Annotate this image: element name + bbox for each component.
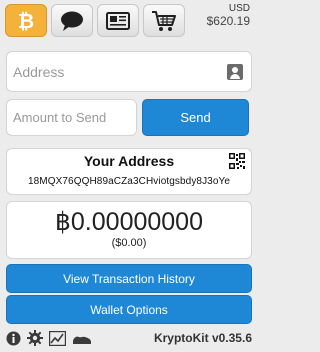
balance-card: ฿0.00000000 ($0.00) (6, 201, 252, 259)
tab-bar: ₿ (5, 4, 185, 37)
currency-label: USD (228, 3, 250, 14)
amount-input[interactable] (13, 100, 131, 135)
send-button[interactable]: Send (142, 99, 249, 136)
chart-icon[interactable] (49, 330, 66, 346)
usd-balance: $620.19 (206, 13, 250, 28)
view-history-button[interactable]: View Transaction History (6, 264, 252, 293)
tab-news[interactable] (97, 4, 139, 37)
newspaper-icon (106, 11, 130, 31)
tab-bitcoin[interactable]: ₿ (5, 4, 47, 37)
cart-icon (151, 10, 177, 32)
tab-cart[interactable] (143, 4, 185, 37)
your-address-card: Your Address 18MQX76QQH89aCZa3CHviotgsbd… (6, 148, 252, 195)
tab-chat[interactable] (51, 4, 93, 37)
settings-icon[interactable] (27, 330, 43, 346)
btc-balance: ฿0.00000000 (55, 208, 203, 236)
usd-equivalent: ($0.00) (111, 237, 147, 249)
chat-icon (59, 10, 85, 32)
info-icon[interactable] (6, 331, 21, 346)
qr-code-icon[interactable] (229, 153, 245, 174)
footer: KryptoKit v0.35.6 (6, 328, 252, 348)
top-balance: USD $620.19 (207, 3, 250, 28)
address-field[interactable] (6, 51, 252, 92)
your-address-value: 18MQX76QQH89aCZa3CHviotgsbdy8J3oYe (27, 176, 231, 187)
version-label: KryptoKit v0.35.6 (153, 331, 252, 345)
amount-field[interactable] (6, 99, 137, 136)
your-address-title: Your Address (83, 153, 175, 169)
contact-icon[interactable] (227, 64, 243, 80)
svg-text:₿: ₿ (18, 10, 34, 32)
bitcoin-icon: ₿ (15, 10, 37, 32)
wallet-options-button[interactable]: Wallet Options (6, 295, 252, 324)
address-input[interactable] (13, 52, 223, 91)
shoe-icon[interactable] (72, 332, 92, 345)
